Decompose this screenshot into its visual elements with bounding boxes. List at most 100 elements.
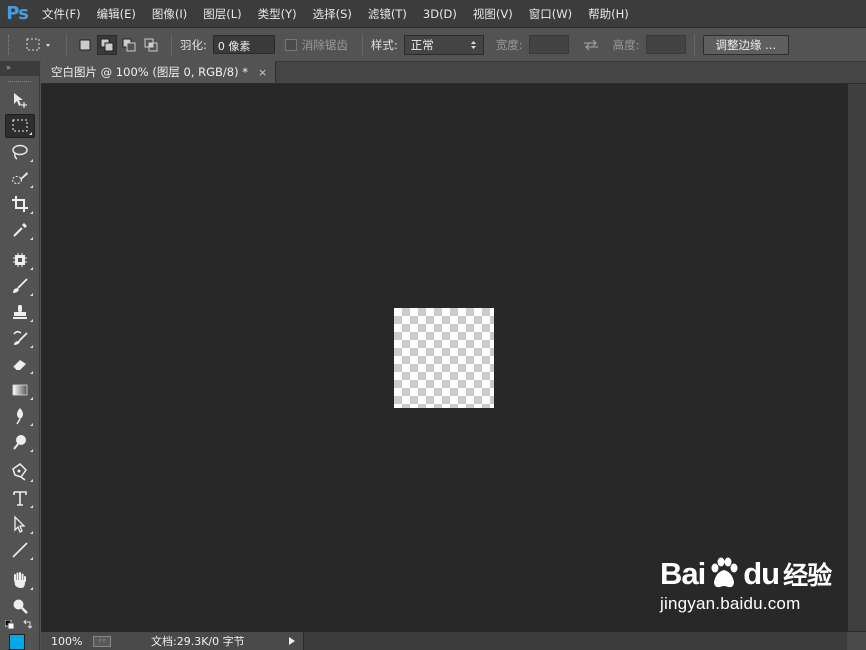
menu-view[interactable]: 视图(V) [465,0,521,28]
zoom-tool-icon [13,599,28,614]
menu-3d[interactable]: 3D(D) [415,0,465,28]
move-tool-icon [14,93,27,108]
menu-type[interactable]: 类型(Y) [250,0,305,28]
separator [66,33,67,56]
blur-tool-icon [16,408,23,425]
add-selection-icon [100,38,114,51]
dodge-tool[interactable] [5,430,35,454]
move-tool[interactable] [5,88,35,112]
clone-stamp-tool[interactable] [5,300,35,324]
zoom-level[interactable]: 100% [51,635,93,648]
tool-flyout-indicator [29,132,32,135]
tool-flyout-indicator [30,371,33,374]
type-tool-icon [13,491,27,506]
vertical-scrollbar[interactable] [847,84,866,631]
document-tab[interactable]: 空白图片 @ 100% (图层 0, RGB/8) * × [41,61,277,83]
tool-flyout-indicator [30,211,33,214]
toolbox-grip[interactable] [8,76,31,82]
rect-marquee-preset-icon [26,38,50,50]
height-input[interactable] [645,35,686,54]
eraser-tool-icon [12,360,26,371]
feather-label: 羽化: [180,37,207,52]
zoom-tool[interactable] [5,594,35,618]
tool-flyout-indicator [30,587,33,590]
tool-flyout-indicator [30,293,33,296]
brush-tool-icon [13,278,28,293]
antialias-label: 消除锯齿 [301,37,348,52]
document-info: 文档:29.3K/0 字节 [151,635,245,648]
menu-edit[interactable]: 编辑(E) [89,0,144,28]
add-to-selection-button[interactable] [97,34,117,55]
canvas-workspace[interactable] [41,84,847,631]
tool-preset-picker[interactable] [22,34,58,56]
gradient-tool-icon [12,384,28,396]
hand-tool[interactable] [5,568,35,592]
lasso-tool[interactable] [5,140,35,164]
lasso-tool-icon [12,144,28,160]
rect-marquee-tool[interactable] [5,114,35,138]
intersect-selection-button[interactable] [141,35,161,55]
document-tab-title: 空白图片 @ 100% (图层 0, RGB/8) * [51,65,248,79]
brush-tool[interactable] [5,274,35,298]
style-select[interactable]: 正常 [403,34,484,55]
menu-image[interactable]: 图像(I) [144,0,195,28]
eyedropper-tool[interactable] [5,218,35,242]
pen-tool[interactable] [5,460,35,484]
swap-arrows-icon [583,39,598,50]
menu-layer[interactable]: 图层(L) [195,0,249,28]
default-colors-icon[interactable] [5,620,15,630]
healing-brush-tool[interactable] [5,248,35,272]
blur-tool[interactable] [5,404,35,428]
tool-flyout-indicator [30,185,33,188]
width-label: 宽度: [495,37,523,52]
toolbox-collapse-button[interactable]: » [0,62,39,76]
menu-help[interactable]: 帮助(H) [580,0,637,28]
eraser-tool[interactable] [5,352,35,376]
intersect-selection-icon [144,38,158,51]
tool-flyout-indicator [30,557,33,560]
swap-dimensions-button[interactable] [569,39,613,51]
transparent-canvas[interactable] [394,308,494,408]
new-selection-icon [79,39,91,50]
hand-tool-icon [14,572,26,588]
status-menu-arrow-icon[interactable] [289,637,295,645]
status-preview-icon[interactable]: ◦◦ [93,635,111,647]
history-brush-tool-icon [13,330,28,345]
quick-selection-tool-icon [12,172,28,184]
menu-filter[interactable]: 滤镜(T) [360,0,415,28]
baidu-paw-icon [711,557,738,588]
swap-colors-icon[interactable] [23,620,33,630]
refine-edge-button[interactable]: 调整边缘 ... [702,34,790,55]
crop-tool[interactable] [5,192,35,216]
background-color-swatch[interactable] [9,634,25,650]
menu-select[interactable]: 选择(S) [305,0,360,28]
menu-file[interactable]: 文件(F) [34,0,89,28]
document-tab-bar: 空白图片 @ 100% (图层 0, RGB/8) * × [41,61,866,84]
new-selection-button[interactable] [75,35,95,55]
path-selection-tool[interactable] [5,512,35,536]
width-input[interactable] [528,35,569,54]
type-tool[interactable] [5,486,35,510]
subtract-from-selection-button[interactable] [119,35,139,55]
tool-flyout-indicator [30,319,33,322]
separator [171,33,172,56]
photoshop-logo: Ps [6,3,29,24]
tool-flyout-indicator [30,159,33,162]
tool-flyout-indicator [30,237,33,240]
options-bar-grip[interactable] [8,34,12,55]
menu-window[interactable]: 窗口(W) [521,0,580,28]
line-tool[interactable] [5,538,35,562]
quick-selection-tool[interactable] [5,166,35,190]
horizontal-scrollbar[interactable] [303,632,847,650]
history-brush-tool[interactable] [5,326,35,350]
style-label: 样式: [370,37,398,52]
gradient-tool[interactable] [5,378,35,402]
antialias-checkbox[interactable] [284,38,297,51]
watermark-url: jingyan.baidu.com [660,594,801,613]
feather-input[interactable]: 0 像素 [212,35,275,54]
clone-stamp-tool-icon [13,305,27,319]
height-label: 高度: [612,37,640,52]
tool-flyout-indicator [30,479,33,482]
close-icon[interactable]: × [258,66,267,79]
watermark-brand-cn: 经验 [783,562,832,590]
